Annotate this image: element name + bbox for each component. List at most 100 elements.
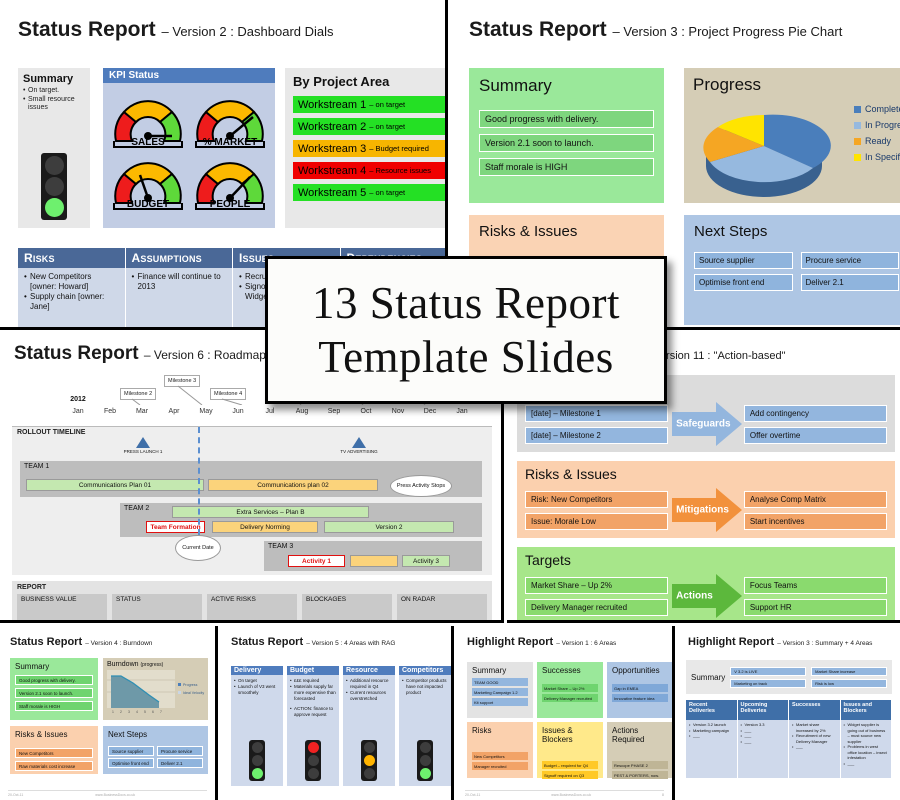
- v2-summary-list: On target. Small resource issues: [23, 87, 85, 113]
- v3-next-steps-box: Next Steps Source supplier Procure servi…: [684, 215, 900, 325]
- section-item[interactable]: Risk: New Competitors: [525, 490, 669, 508]
- v3-next-heading: Next Steps: [694, 223, 768, 240]
- gantt-bar[interactable]: Activity 1: [288, 555, 345, 567]
- list-item: On target.: [23, 87, 85, 96]
- section-item[interactable]: Market Share – Up 2%: [525, 576, 669, 594]
- column-heading: Resource: [343, 666, 395, 675]
- axis-month: Mar: [135, 408, 149, 415]
- v11-section-risks: Risks & Issues Risk: New Competitors Iss…: [517, 461, 895, 538]
- report-column: ON RADAR: [397, 594, 487, 620]
- section-item[interactable]: Add contingency: [743, 404, 887, 422]
- table-column: Successes Market share increased by 2% R…: [789, 700, 841, 778]
- section-item[interactable]: Focus Teams: [743, 576, 887, 594]
- table-column-risks: RISKS New Competitors [owner: Howard] Su…: [18, 248, 126, 327]
- slide-h3-title: Highlight Report – Version 3 : Summary +…: [688, 636, 873, 648]
- arrow-label: Actions: [676, 590, 713, 602]
- report-columns: BUSINESS VALUE STATUS ACTIVE RISKS BLOCK…: [17, 594, 487, 620]
- table-cell: Finance will continue to 2013: [125, 268, 232, 327]
- table-header: Upcoming Deliveries: [737, 700, 788, 720]
- section-item[interactable]: Analyse Comp Matrix: [743, 490, 887, 508]
- gauge-icon-budget: BUDGET: [110, 151, 186, 213]
- burndown-chart: 1 2 3 4 5 6 7 Progress Ideal Velocity: [107, 670, 204, 714]
- svg-text:1: 1: [112, 710, 114, 714]
- gantt-bar[interactable]: Activity 3: [402, 555, 450, 567]
- current-date-marker: Current Date: [175, 535, 221, 561]
- axis-month: Feb: [103, 408, 117, 415]
- rag-column-budget: Budget £££ required Materials supply far…: [287, 666, 339, 786]
- roadmap-body: ROLLOUT TIMELINE PRESS LAUNCH 1 TV ADVER…: [12, 427, 492, 575]
- axis-month: May: [199, 408, 213, 415]
- arrow-label: Mitigations: [676, 504, 729, 516]
- v2-kpi-grid: SALES % MARKET BUDGET PEOPLE: [103, 83, 275, 219]
- next-chip: Deliver 2.1: [157, 758, 203, 768]
- slide-h1-title: Highlight Report – Version 1 : 6 Areas: [467, 636, 617, 648]
- table-cell: New Competitors [owner: Howard] Supply c…: [18, 268, 125, 327]
- section-item[interactable]: Delivery Manager recruited: [525, 598, 669, 616]
- axis-month: Nov: [391, 408, 405, 415]
- table-header: ASSUMPTIONS: [125, 248, 232, 268]
- slide-v2-title: Status Report – Version 2 : Dashboard Di…: [18, 18, 334, 42]
- next-step-cell[interactable]: Deliver 2.1: [800, 274, 899, 291]
- gauge-label: PEOPLE: [209, 199, 251, 210]
- arrow-actions: Actions: [672, 573, 743, 619]
- v3-progress-box: Progress Complete In Progr Ready In Spec…: [684, 68, 900, 203]
- v2-project-area-heading: By Project Area: [293, 74, 390, 89]
- svg-text:4: 4: [136, 710, 138, 714]
- slide-v2-title-sub: – Version 2 : Dashboard Dials: [161, 24, 334, 39]
- summary-row: Version 2.1 soon to launch.: [479, 134, 654, 152]
- slide-status-report-v5: Status Report – Version 5 : 4 Areas with…: [221, 626, 454, 800]
- svg-text:3: 3: [128, 710, 130, 714]
- slide-v5-title: Status Report – Version 5 : 4 Areas with…: [231, 636, 396, 648]
- gantt-bar[interactable]: Delivery Norming: [212, 521, 318, 533]
- milestone-marker-icon: [352, 437, 366, 448]
- slide-v4-title: Status Report – Version 4 : Burndown: [10, 636, 153, 648]
- gantt-bar[interactable]: Extra Services – Plan B: [172, 506, 369, 518]
- section-item[interactable]: Offer overtime: [743, 426, 887, 444]
- summary-cell: Market Share increase: [811, 666, 887, 676]
- roadmap-note: Press Activity Stops: [390, 475, 452, 497]
- next-step-cell[interactable]: Optimise front end: [694, 274, 793, 291]
- summary-cell: V 3.2 is LIVE: [730, 666, 807, 676]
- section-item[interactable]: Issue: Morale Low: [525, 512, 669, 530]
- summary-cell: Marketing on track: [730, 678, 807, 688]
- list-item: Small resource issues: [23, 96, 85, 113]
- table-column: Upcoming Deliveries Version 3.3 ___ ___ …: [737, 700, 789, 778]
- traffic-light-icon: [41, 153, 67, 220]
- legend-item: In Progress: [853, 120, 900, 130]
- v2-kpi-panel: KPI Status SALES % MARKET BUDGET PEOPLE: [103, 68, 275, 228]
- legend-item: Complete: [853, 104, 900, 114]
- arrow-label: Safeguards: [676, 418, 731, 430]
- rag-column-competitors: Competitors Competitor products have not…: [399, 666, 451, 786]
- svg-text:Progress: Progress: [183, 683, 198, 687]
- next-step-cell[interactable]: Source supplier: [694, 252, 793, 269]
- section-item[interactable]: Start incentives: [743, 512, 887, 530]
- v11-section-targets: Targets Market Share – Up 2% Delivery Ma…: [517, 547, 895, 620]
- slide-v6-title-sub: – Version 6 : Roadmap: [143, 348, 266, 362]
- v4-summary-heading: Summary: [15, 662, 50, 671]
- lamp-amber: [44, 177, 64, 196]
- axis-month: Jun: [232, 408, 244, 415]
- slide-highlight-report-v3: Highlight Report – Version 3 : Summary +…: [678, 626, 900, 800]
- h1-area-successes: Successes Market Share – Up 2% Delivery …: [537, 662, 603, 718]
- section-item[interactable]: [date] – Milestone 1: [525, 404, 669, 422]
- gantt-bar[interactable]: Team Formation: [146, 521, 205, 533]
- milestone-marker-label: TV ADVERTISING: [340, 449, 378, 454]
- section-item[interactable]: [date] – Milestone 2: [525, 426, 669, 444]
- report-column: BUSINESS VALUE: [17, 594, 107, 620]
- section-item[interactable]: Support HR: [743, 598, 887, 616]
- slide-v2-title-main: Status Report: [18, 18, 156, 41]
- v4-risks-box: Risks & Issues New Competitors Raw mater…: [10, 726, 98, 774]
- v4-burndown-box: Burndown (progress) 1 2 3 4 5 6 7 Progress Id…: [103, 658, 208, 720]
- arrow-safeguards: Safeguards: [672, 401, 743, 447]
- h1-area-issues: Issues & Blockers Budget – required for …: [537, 722, 603, 779]
- workstream-row: Workstream 2 – on target: [293, 118, 445, 135]
- gantt-bar[interactable]: Communications Plan 01: [26, 479, 204, 491]
- gantt-bar[interactable]: Version 2: [324, 521, 454, 533]
- axis-month: Aug: [295, 408, 309, 415]
- next-step-cell[interactable]: Procure service: [800, 252, 899, 269]
- table-header: RISKS: [18, 248, 125, 268]
- summary-chip: Good progress with delivery.: [15, 675, 93, 685]
- h1-area-risks: Risks New Competitors Manager recruited: [467, 722, 533, 778]
- gantt-bar[interactable]: Communications plan 02: [208, 479, 378, 491]
- axis-month: Oct: [360, 408, 372, 415]
